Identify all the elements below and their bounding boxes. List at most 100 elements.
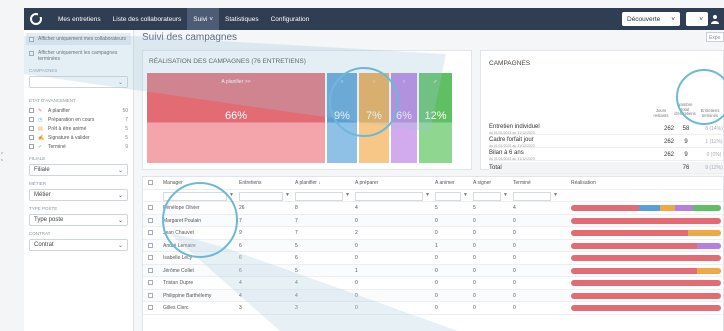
- checkbox[interactable]: [29, 108, 34, 113]
- filter-icon[interactable]: ▼: [229, 192, 234, 198]
- row-checkbox[interactable]: [148, 255, 153, 260]
- row-checkbox[interactable]: [148, 205, 153, 210]
- column-filter-input[interactable]: [473, 191, 501, 201]
- filter-icon[interactable]: ▼: [463, 192, 468, 198]
- column-filter-input[interactable]: [435, 191, 461, 201]
- column-filter-input[interactable]: [355, 191, 423, 201]
- manager-name: Jérôme Collet: [163, 267, 194, 274]
- nav-configuration[interactable]: Configuration: [265, 8, 316, 30]
- manager-name: Margaret Poulain: [163, 217, 202, 224]
- campagne-total-row: Total 76 9 (12%): [489, 162, 724, 174]
- filter-icon[interactable]: ▼: [503, 192, 508, 198]
- column-header[interactable]: A planifier ↓: [295, 180, 321, 186]
- column-header[interactable]: Réalisation: [571, 180, 596, 186]
- campagne-total: 9: [684, 152, 688, 158]
- export-button[interactable]: Expo: [706, 32, 724, 42]
- checkbox[interactable]: [29, 117, 34, 122]
- checkbox[interactable]: [29, 144, 34, 149]
- campagnes-select[interactable]: ⌄: [29, 76, 128, 88]
- nav-mes-entretiens[interactable]: Mes entretiens: [52, 8, 107, 30]
- realisation-segment[interactable]: ○ 7%: [359, 73, 389, 163]
- segment-percent: 12%: [424, 110, 447, 122]
- segment-header: ✓: [433, 79, 438, 85]
- realisation-segment[interactable]: A planifier >> 66%: [147, 73, 325, 163]
- realisation-segment[interactable]: ○ 9%: [327, 73, 357, 163]
- campagne-row[interactable]: Cadre forfait jour du 01/01/2023 au 31/12…: [489, 136, 724, 148]
- filter-icon[interactable]: ▼: [285, 192, 290, 198]
- count-cell: 0: [513, 217, 516, 224]
- realisation-progress: [571, 205, 721, 211]
- filter-icon[interactable]: ▼: [553, 192, 558, 198]
- filter-finished-campaigns[interactable]: Afficher uniquement les campagnes termin…: [29, 50, 128, 62]
- table-row[interactable]: Philippine Barthélemy 4 4 0 0 0 0: [143, 289, 723, 302]
- avancement-item[interactable]: ◷ Préparation en cours 7: [29, 115, 128, 124]
- avancement-item[interactable]: ▤ Prêt à être animé 5: [29, 124, 128, 133]
- row-checkbox[interactable]: [148, 292, 153, 298]
- filter-finished-campaigns-label: Afficher uniquement les campagnes termin…: [38, 50, 118, 62]
- table-row[interactable]: Isabelle Lecy 6 6 0 0 0 0: [143, 252, 723, 265]
- filter-icon[interactable]: ▼: [425, 192, 430, 198]
- nav-statistiques[interactable]: Statistiques: [219, 8, 265, 30]
- document-icon: ▤: [38, 125, 43, 132]
- metier-select-value: Métier: [34, 192, 51, 198]
- realisation-segment[interactable]: ✓ 12%: [419, 73, 452, 163]
- progress-segment: [697, 242, 721, 249]
- table-row[interactable]: Jérôme Collet 6 5 1 0 0 0: [143, 264, 723, 277]
- column-header[interactable]: A préparer: [355, 180, 378, 186]
- row-checkbox[interactable]: [148, 305, 153, 310]
- column-header[interactable]: Manager: [163, 180, 183, 186]
- column-header[interactable]: A animer: [435, 180, 455, 186]
- avancement-item[interactable]: ✓ Terminé 9: [29, 142, 128, 151]
- count-cell: 0: [513, 242, 516, 249]
- row-checkbox[interactable]: [148, 280, 153, 285]
- column-header[interactable]: Terminé: [513, 180, 531, 186]
- select-all-checkbox[interactable]: [148, 180, 153, 185]
- table-row[interactable]: André Lemaire 6 5 0 1 0 0: [143, 239, 723, 252]
- checkbox[interactable]: [29, 126, 34, 131]
- row-checkbox[interactable]: [148, 230, 153, 235]
- app-logo-icon[interactable]: [30, 13, 42, 25]
- filter-my-collaborators[interactable]: Afficher uniquement mes collaborateurs: [26, 33, 131, 45]
- metier-select[interactable]: Métier ⌄: [29, 189, 128, 201]
- column-filter-input[interactable]: [239, 191, 283, 201]
- table-row[interactable]: Tristan Dupre 4 4 0 0 0 0: [143, 277, 723, 290]
- chevron-down-icon: ⌄: [117, 217, 123, 224]
- table-row[interactable]: Gilles Clerc 3 3 0 0 0 0: [143, 302, 723, 315]
- table-row[interactable]: Pénélope Olivier 26 8 4 5 5 4: [143, 202, 723, 215]
- nav-liste-collaborateurs[interactable]: Liste des collaborateurs: [107, 8, 188, 30]
- avancement-item[interactable]: ✍ Signature à valider 5: [29, 133, 128, 142]
- filiale-select[interactable]: Filiale ⌄: [29, 164, 128, 176]
- count-cell: 6: [239, 267, 242, 274]
- progress-segment: [638, 205, 660, 211]
- campagne-row[interactable]: Bilan à 6 ans du 01/01/2023 au 31/12/2023…: [489, 149, 724, 161]
- table-row[interactable]: Margaret Poulain 7 7 0 0 0 0: [143, 214, 723, 227]
- contrat-select[interactable]: Contrat ⌄: [29, 239, 128, 251]
- column-filter-input[interactable]: [163, 191, 227, 201]
- count-cell: 4: [295, 292, 298, 299]
- nav-suivi[interactable]: Suivi ˅: [187, 8, 219, 30]
- poste-select[interactable]: Type poste ⌄: [29, 214, 128, 226]
- column-filter-input[interactable]: [513, 191, 551, 201]
- avancement-item[interactable]: ✎ A planifier 50: [29, 106, 128, 115]
- mode-select[interactable]: Découverte ˅: [622, 12, 680, 26]
- checkbox[interactable]: [29, 135, 34, 140]
- secondary-select[interactable]: ˅: [686, 12, 708, 26]
- row-checkbox[interactable]: [148, 242, 153, 248]
- checkbox[interactable]: [29, 51, 34, 56]
- count-cell: 0: [473, 217, 476, 224]
- realisation-segment[interactable]: ○ 6%: [391, 73, 417, 163]
- clock-icon: ◷: [38, 116, 43, 123]
- user-icon[interactable]: [710, 14, 720, 24]
- column-filter-input[interactable]: [295, 191, 343, 201]
- count-cell: 3: [239, 305, 242, 311]
- row-checkbox[interactable]: [148, 217, 153, 223]
- campagnes-title: CAMPAGNES: [489, 60, 531, 67]
- column-header[interactable]: A signer: [473, 180, 491, 186]
- row-checkbox[interactable]: [148, 267, 153, 273]
- checkbox[interactable]: [29, 37, 34, 42]
- progress-segment: [659, 205, 675, 211]
- column-header[interactable]: Entretiens: [239, 180, 262, 186]
- filter-icon[interactable]: ▼: [345, 192, 350, 198]
- table-row[interactable]: Jean Chauvet 9 7 2 0 0 0: [143, 227, 723, 240]
- campagne-row[interactable]: Entretien individuel du 01/01/2023 au 31/…: [489, 123, 724, 135]
